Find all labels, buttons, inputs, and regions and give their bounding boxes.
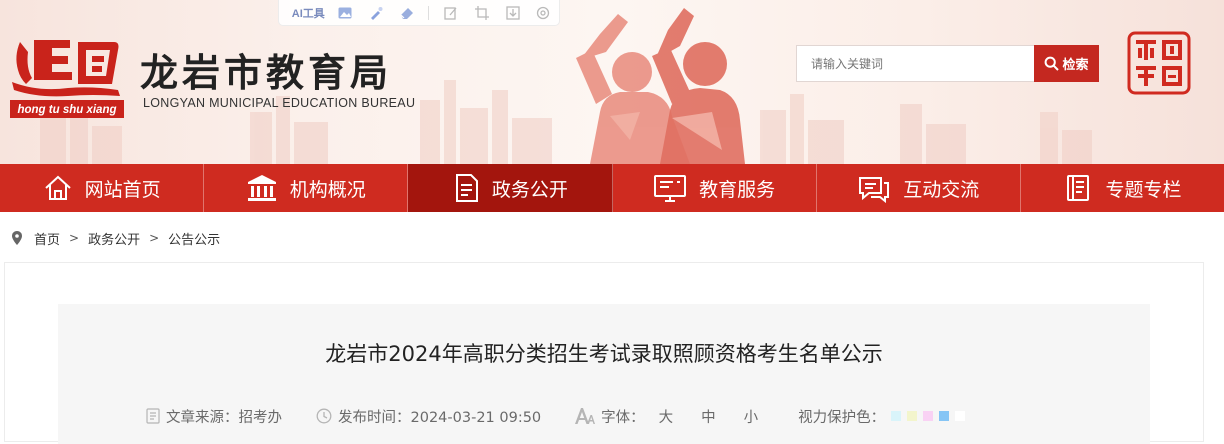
monitor-icon bbox=[654, 175, 687, 202]
breadcrumb-home[interactable]: 首页 bbox=[34, 229, 60, 248]
search-button[interactable]: 检索 bbox=[1034, 45, 1099, 82]
document-icon bbox=[455, 174, 478, 202]
article-title: 龙岩市2024年高职分类招生考试录取照顾资格考生名单公示 bbox=[325, 342, 883, 366]
main-navigation: 网站首页 机构概况 政务公开 教育服务 互动交流 专题专栏 bbox=[0, 164, 1224, 212]
ai-tools-button[interactable]: AI工具 bbox=[287, 0, 330, 26]
article-publish-time: 发布时间：2024-03-21 09:50 bbox=[316, 406, 541, 427]
font-size-medium[interactable]: 中 bbox=[701, 406, 716, 427]
building-icon bbox=[247, 175, 276, 201]
search-button-label: 检索 bbox=[1062, 58, 1089, 73]
brush-icon[interactable] bbox=[360, 0, 391, 26]
eye-protection-controls: 视力保护色： bbox=[798, 406, 966, 427]
home-icon bbox=[44, 175, 71, 200]
nav-item-label: 机构概况 bbox=[289, 178, 366, 201]
font-size-large[interactable]: 大 bbox=[659, 406, 674, 427]
breadcrumb-separator: > bbox=[69, 231, 80, 245]
eye-color-swatch-white[interactable] bbox=[955, 411, 966, 421]
nav-item-label: 教育服务 bbox=[699, 178, 776, 201]
breadcrumb-announcements[interactable]: 公告公示 bbox=[168, 229, 220, 248]
hongtu-shuxiang-logo[interactable]: hong tu shu xiang bbox=[8, 38, 126, 120]
image-icon[interactable] bbox=[330, 0, 361, 26]
eye-color-swatch-pink[interactable] bbox=[923, 411, 934, 421]
nav-item-about[interactable]: 机构概况 bbox=[204, 164, 409, 212]
nav-item-government-affairs[interactable]: 政务公开 bbox=[408, 164, 613, 212]
font-size-label: 字体： bbox=[601, 409, 645, 426]
breadcrumb: 首页 > 政务公开 > 公告公示 bbox=[12, 228, 220, 248]
location-pin-icon bbox=[12, 231, 22, 245]
edit-icon[interactable] bbox=[435, 0, 466, 26]
eraser-icon[interactable] bbox=[391, 0, 422, 26]
font-size-small[interactable]: 小 bbox=[744, 406, 759, 427]
search-input[interactable] bbox=[796, 45, 1034, 82]
eye-color-swatch-blue[interactable] bbox=[939, 411, 950, 421]
article-source: 文章来源：招考办 bbox=[146, 406, 282, 427]
font-size-controls: 字体： 大 中 小 bbox=[575, 406, 758, 427]
site-header: AI工具 hong tu shu xiang 龙岩市教育局 LONGYAN MU… bbox=[0, 0, 1224, 164]
site-title[interactable]: 龙岩市教育局 bbox=[140, 42, 392, 97]
eye-protection-label: 视力保护色： bbox=[798, 409, 886, 426]
article-source-text: 文章来源：招考办 bbox=[166, 409, 282, 426]
file-icon bbox=[146, 408, 160, 424]
clock-icon bbox=[316, 408, 332, 424]
accessibility-toolbar: AI工具 bbox=[278, 0, 560, 26]
breadcrumb-separator: > bbox=[149, 231, 160, 245]
toolbar-divider bbox=[428, 5, 430, 20]
chat-icon bbox=[859, 177, 890, 203]
eye-color-swatch-yellow[interactable] bbox=[907, 411, 918, 421]
logo-caption: hong tu shu xiang bbox=[17, 104, 116, 116]
book-icon bbox=[1067, 175, 1090, 201]
nav-item-interaction[interactable]: 互动交流 bbox=[817, 164, 1021, 212]
nav-item-label: 专题专栏 bbox=[1105, 178, 1182, 201]
crop-icon[interactable] bbox=[466, 0, 497, 26]
breadcrumb-government-affairs[interactable]: 政务公开 bbox=[88, 229, 140, 248]
china-seal-icon bbox=[1127, 31, 1191, 95]
nav-item-home[interactable]: 网站首页 bbox=[0, 164, 205, 212]
nav-item-label: 互动交流 bbox=[903, 178, 980, 201]
search-icon bbox=[1045, 56, 1060, 71]
download-icon[interactable] bbox=[497, 0, 528, 26]
article-meta: 文章来源：招考办 发布时间：2024-03-21 09:50 字体： 大 中 小… bbox=[146, 405, 966, 427]
font-size-icon bbox=[575, 408, 596, 424]
nav-item-special-topics[interactable]: 专题专栏 bbox=[1021, 164, 1224, 212]
eye-color-swatch-cyan[interactable] bbox=[891, 411, 902, 421]
article-publish-time-text: 发布时间：2024-03-21 09:50 bbox=[338, 409, 542, 426]
settings-icon[interactable] bbox=[528, 0, 559, 26]
nav-item-label: 政务公开 bbox=[491, 178, 568, 201]
nav-item-label: 网站首页 bbox=[84, 178, 161, 201]
site-subtitle: LONGYAN MUNICIPAL EDUCATION BUREAU bbox=[143, 96, 416, 110]
nav-item-education-services[interactable]: 教育服务 bbox=[613, 164, 817, 212]
